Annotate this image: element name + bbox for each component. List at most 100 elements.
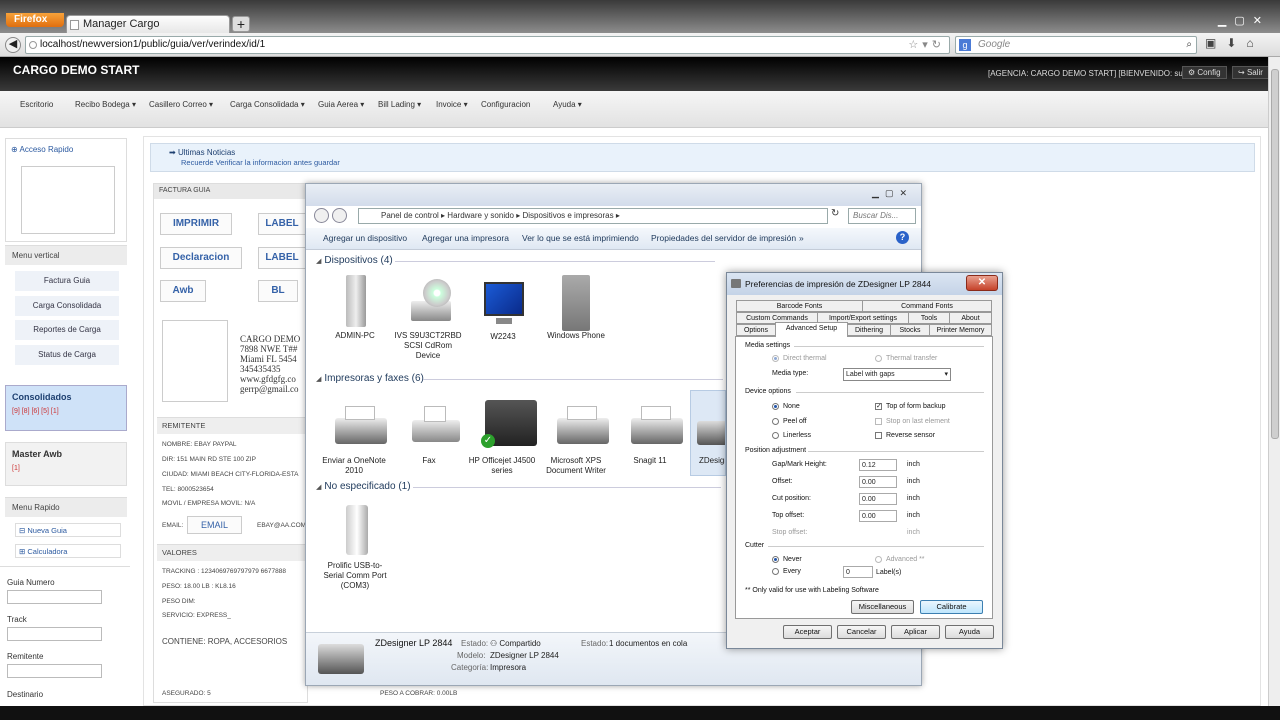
group-devices[interactable]: ◢ Dispositivos (4) <box>316 255 393 266</box>
back-arrow-icon[interactable]: ◀ <box>5 37 21 53</box>
awb-button[interactable]: Awb <box>160 280 206 302</box>
never-radio[interactable] <box>772 556 779 563</box>
menu-carga-consolidada[interactable]: Carga Consolidada ▾ <box>230 100 305 109</box>
menu-invoice[interactable]: Invoice ▾ <box>436 100 468 109</box>
bookmark-star-icon[interactable]: ☆▾↻ <box>908 37 945 53</box>
label-button[interactable]: LABEL <box>258 213 306 235</box>
back-icon[interactable] <box>314 208 329 223</box>
menu-configuracion[interactable]: Configuracion <box>481 100 530 109</box>
printer-hp-officejet[interactable]: ✓ HP Officejet J4500 series <box>467 400 537 476</box>
none-radio[interactable] <box>772 403 779 410</box>
sidebar-link-factura-guia[interactable]: Factura Guia <box>15 271 119 291</box>
forward-icon[interactable] <box>332 208 347 223</box>
printer-xps[interactable]: Microsoft XPS Document Writer <box>541 404 611 476</box>
magnifier-icon[interactable]: ⌕ <box>1186 37 1192 53</box>
miscellaneous-button[interactable]: Miscellaneous <box>851 600 914 614</box>
cancel-button[interactable]: Cancelar <box>837 625 886 639</box>
stop-last-checkbox[interactable] <box>875 418 882 425</box>
guia-numero-input[interactable] <box>7 590 102 604</box>
linerless-radio[interactable] <box>772 432 779 439</box>
search-bar[interactable]: g Google ⌕ <box>955 36 1197 54</box>
tab-about[interactable]: About <box>949 312 992 324</box>
config-button[interactable]: ⚙ Config <box>1182 66 1227 79</box>
menu-bill-lading[interactable]: Bill Lading ▾ <box>378 100 421 109</box>
printer-snagit[interactable]: Snagit 11 <box>615 404 685 466</box>
address-bar[interactable]: Panel de control ▸ Hardware y sonido ▸ D… <box>358 208 828 224</box>
reverse-sensor-checkbox[interactable] <box>875 432 882 439</box>
tab-stocks[interactable]: Stocks <box>890 324 930 336</box>
menu-casillero-correo[interactable]: Casillero Correo ▾ <box>149 100 213 109</box>
offset-input[interactable]: 0.00 <box>859 476 897 488</box>
master-awb-count[interactable]: [1] <box>12 465 20 472</box>
new-tab-button[interactable]: + <box>232 16 250 32</box>
printer-fax[interactable]: Fax <box>394 404 464 466</box>
server-properties-button[interactable]: Propiedades del servidor de impresión <box>651 233 796 243</box>
device-cdrom[interactable]: IVS S9U3CT2RBD SCSI CdRom Device <box>393 279 463 361</box>
tab-dithering[interactable]: Dithering <box>847 324 891 336</box>
browser-tab[interactable]: Manager Cargo <box>66 15 230 33</box>
group-unspecified[interactable]: ◢ No especificado (1) <box>316 481 411 492</box>
tab-barcode-fonts[interactable]: Barcode Fonts <box>736 300 863 312</box>
imprimir-button[interactable]: IMPRIMIR <box>160 213 232 235</box>
cut-position-input[interactable]: 0.00 <box>859 493 897 505</box>
group-printers[interactable]: ◢ Impresoras y faxes (6) <box>316 373 424 384</box>
top-form-backup-checkbox[interactable]: ✓ <box>875 403 882 410</box>
scrollbar-thumb[interactable] <box>1271 69 1279 439</box>
breadcrumb-item[interactable]: Dispositivos e impresoras <box>522 211 613 220</box>
dialog-close-button[interactable]: ✕ <box>966 275 998 291</box>
nueva-guia-link[interactable]: ⊟ Nueva Guia <box>15 523 121 537</box>
email-button[interactable]: EMAIL <box>187 516 242 534</box>
advanced-radio[interactable] <box>875 556 882 563</box>
track-input[interactable] <box>7 627 102 641</box>
declaracion-button[interactable]: Declaracion <box>160 247 242 269</box>
sidebar-link-status[interactable]: Status de Carga <box>15 345 119 365</box>
page-scrollbar[interactable] <box>1268 57 1280 720</box>
accept-button[interactable]: Aceptar <box>783 625 832 639</box>
breadcrumb-item[interactable]: Panel de control <box>381 211 439 220</box>
device-windows-phone[interactable]: Windows Phone <box>541 275 611 341</box>
exit-button[interactable]: ↪ Salir <box>1232 66 1269 79</box>
tab-advanced-setup[interactable]: Advanced Setup <box>775 322 848 337</box>
device-prolific[interactable]: Prolific USB-to-Serial Comm Port (COM3) <box>320 505 390 591</box>
device-monitor[interactable]: W2243 <box>468 282 538 342</box>
help-button[interactable]: Ayuda <box>945 625 994 639</box>
tab-printer-memory[interactable]: Printer Memory <box>929 324 992 336</box>
window-controls[interactable]: ▁▢✕ <box>872 188 913 199</box>
every-radio[interactable] <box>772 568 779 575</box>
device-admin-pc[interactable]: ADMIN-PC <box>320 275 390 341</box>
tab-options[interactable]: Options <box>736 324 776 336</box>
gap-height-input[interactable]: 0.12 <box>859 459 897 471</box>
menu-escritorio[interactable]: Escritorio <box>20 100 53 109</box>
media-type-select[interactable]: Label with gaps ▾ <box>843 368 951 381</box>
tab-command-fonts[interactable]: Command Fonts <box>862 300 992 312</box>
menu-guia-aerea[interactable]: Guia Aerea ▾ <box>318 100 364 109</box>
tab-tools[interactable]: Tools <box>908 312 950 324</box>
firefox-menu-button[interactable]: Firefox <box>6 13 64 27</box>
top-offset-input[interactable]: 0.00 <box>859 510 897 522</box>
sidebar-link-reportes[interactable]: Reportes de Carga <box>15 320 119 340</box>
help-icon[interactable]: ? <box>896 231 909 244</box>
thermal-transfer-radio[interactable] <box>875 355 882 362</box>
consolidados-counts[interactable]: [9] [8] [6] [5] [1] <box>12 408 59 415</box>
quick-access-link[interactable]: ⊕ Acceso Rapido <box>11 145 73 154</box>
printer-zdesigner[interactable]: ZDesigner LP 2844 <box>690 390 726 476</box>
breadcrumb-item[interactable]: Hardware y sonido <box>447 211 514 220</box>
window-controls[interactable]: ▁▢✕ <box>1218 14 1270 27</box>
url-bar[interactable]: localhost/newversion1/public/guia/ver/ve… <box>25 36 950 54</box>
peel-off-radio[interactable] <box>772 418 779 425</box>
refresh-icon[interactable]: ↻ <box>831 208 845 224</box>
add-printer-button[interactable]: Agregar una impresora <box>422 233 509 243</box>
every-input[interactable]: 0 <box>843 566 873 578</box>
direct-thermal-radio[interactable] <box>772 355 779 362</box>
calculadora-link[interactable]: ⊞ Calculadora <box>15 544 121 558</box>
calibrate-button[interactable]: Calibrate <box>920 600 983 614</box>
see-printing-button[interactable]: Ver lo que se está imprimiendo <box>522 233 639 243</box>
cp-search-input[interactable]: Buscar Dis... <box>848 208 916 224</box>
add-device-button[interactable]: Agregar un dispositivo <box>323 233 407 243</box>
menu-ayuda[interactable]: Ayuda ▾ <box>553 100 582 109</box>
apply-button[interactable]: Aplicar <box>891 625 940 639</box>
bl-button[interactable]: BL <box>258 280 298 302</box>
sidebar-link-carga-consolidada[interactable]: Carga Consolidada <box>15 296 119 316</box>
printer-onenote[interactable]: Enviar a OneNote 2010 <box>319 404 389 476</box>
more-button[interactable]: » <box>799 233 804 243</box>
